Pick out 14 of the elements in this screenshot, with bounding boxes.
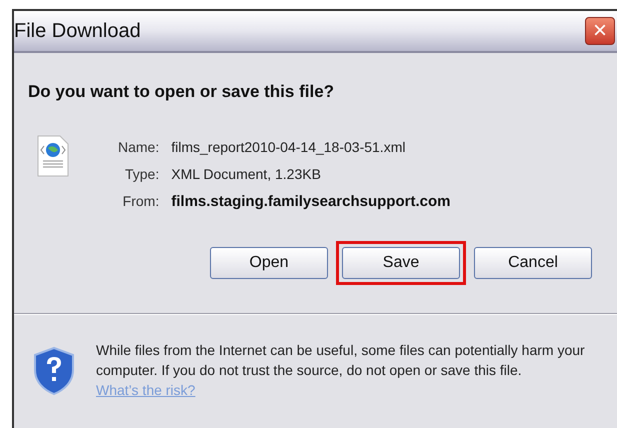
security-warning-text: While files from the Internet can be useful, some files can potentially harm your computer. If you do not trust the source, do not open or save this file. What’s the risk? (96, 341, 586, 400)
field-value: XML Document, 1.23KB (171, 164, 322, 184)
field-value: films.staging.familysearchsupport.com (171, 192, 450, 212)
shield-help-icon (32, 346, 76, 396)
dialog-button[interactable]: Open (210, 247, 328, 279)
dialog-button[interactable]: Cancel (474, 247, 592, 279)
xml-file-icon (36, 134, 70, 176)
dialog-button[interactable]: Save (342, 247, 460, 279)
window-title: File Download (14, 19, 141, 44)
question-heading: Do you want to open or save this file? (28, 81, 336, 103)
field-value: films_report2010-04-14_18-03-51.xml (171, 138, 406, 157)
field-label: From: (122, 192, 160, 210)
field-label: Type: (124, 164, 160, 184)
field-label: Name: (118, 138, 160, 156)
